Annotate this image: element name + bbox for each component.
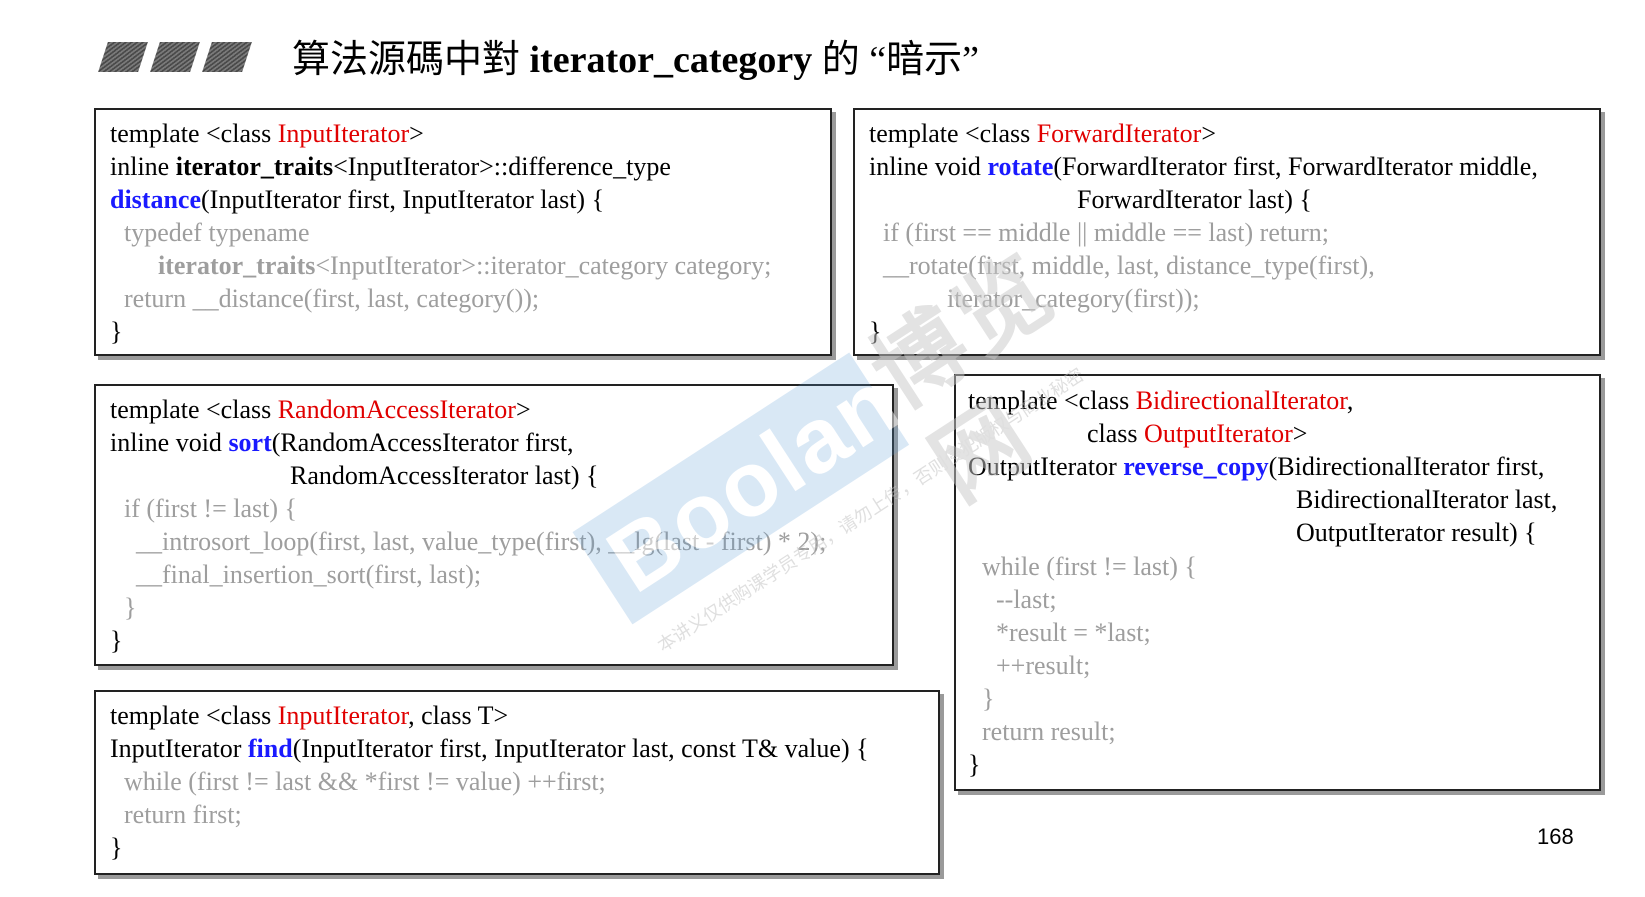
title-suffix: 的 “暗示” bbox=[812, 39, 979, 81]
title-bar-2 bbox=[150, 42, 200, 72]
code-line: class OutputIterator> bbox=[1087, 419, 1308, 448]
code-line: RandomAccessIterator last) { bbox=[290, 461, 599, 490]
code-line: template <class InputIterator> bbox=[110, 119, 424, 148]
code-line: OutputIterator result) { bbox=[1296, 518, 1537, 547]
code-line: if (first == middle || middle == last) r… bbox=[883, 218, 1329, 247]
code-box-rotate: template <class ForwardIterator> inline … bbox=[853, 108, 1601, 356]
code-line: } bbox=[110, 626, 123, 655]
code-line: while (first != last && *first != value)… bbox=[124, 767, 606, 796]
code-line: *result = *last; bbox=[996, 618, 1151, 647]
code-line: distance(InputIterator first, InputItera… bbox=[110, 185, 605, 214]
code-box-reverse-copy: template <class BidirectionalIterator, c… bbox=[954, 374, 1601, 791]
code-line: __introsort_loop(first, last, value_type… bbox=[136, 527, 827, 556]
code-line: ForwardIterator last) { bbox=[1077, 185, 1312, 214]
code-line: inline iterator_traits<InputIterator>::d… bbox=[110, 152, 671, 181]
code-line: __final_insertion_sort(first, last); bbox=[136, 560, 482, 589]
code-line: template <class InputIterator, class T> bbox=[110, 701, 509, 730]
code-line: __rotate(first, middle, last, distance_t… bbox=[883, 251, 1375, 280]
code-line: } bbox=[968, 750, 981, 779]
code-line: } bbox=[124, 593, 137, 622]
code-box-find: template <class InputIterator, class T> … bbox=[94, 690, 940, 875]
code-line: return first; bbox=[124, 800, 242, 829]
code-line: OutputIterator reverse_copy(Bidirectiona… bbox=[968, 452, 1545, 481]
code-line: inline void rotate(ForwardIterator first… bbox=[869, 152, 1538, 181]
code-line: template <class BidirectionalIterator, bbox=[968, 386, 1354, 415]
code-line: inline void sort(RandomAccessIterator fi… bbox=[110, 428, 574, 457]
code-line: --last; bbox=[996, 585, 1057, 614]
code-line: } bbox=[110, 833, 123, 862]
code-line: ++result; bbox=[996, 651, 1091, 680]
title-decoration bbox=[98, 42, 253, 72]
code-line: InputIterator find(InputIterator first, … bbox=[110, 734, 869, 763]
code-line: return result; bbox=[982, 717, 1116, 746]
code-line: template <class ForwardIterator> bbox=[869, 119, 1216, 148]
code-line: } bbox=[869, 317, 882, 346]
code-box-sort: template <class RandomAccessIterator> in… bbox=[94, 384, 894, 666]
code-line: if (first != last) { bbox=[124, 494, 297, 523]
slide-title: 算法源碼中對 iterator_category 的 “暗示” bbox=[292, 36, 979, 84]
code-line: BidirectionalIterator last, bbox=[1296, 485, 1558, 514]
code-line: } bbox=[110, 317, 123, 346]
title-keyword: iterator_category bbox=[529, 39, 813, 81]
title-prefix: 算法源碼中對 bbox=[292, 39, 530, 81]
page-number: 168 bbox=[1537, 824, 1574, 849]
code-line: iterator_traits<InputIterator>::iterator… bbox=[158, 251, 772, 280]
code-line: typedef typename bbox=[124, 218, 310, 247]
code-line: while (first != last) { bbox=[982, 552, 1197, 581]
code-box-distance: template <class InputIterator> inline it… bbox=[94, 108, 832, 356]
title-bar-3 bbox=[202, 42, 252, 72]
code-line: template <class RandomAccessIterator> bbox=[110, 395, 531, 424]
title-bar-1 bbox=[98, 42, 148, 72]
code-line: iterator_category(first)); bbox=[947, 284, 1200, 313]
code-line: } bbox=[982, 684, 995, 713]
code-line: return __distance(first, last, category(… bbox=[124, 284, 540, 313]
